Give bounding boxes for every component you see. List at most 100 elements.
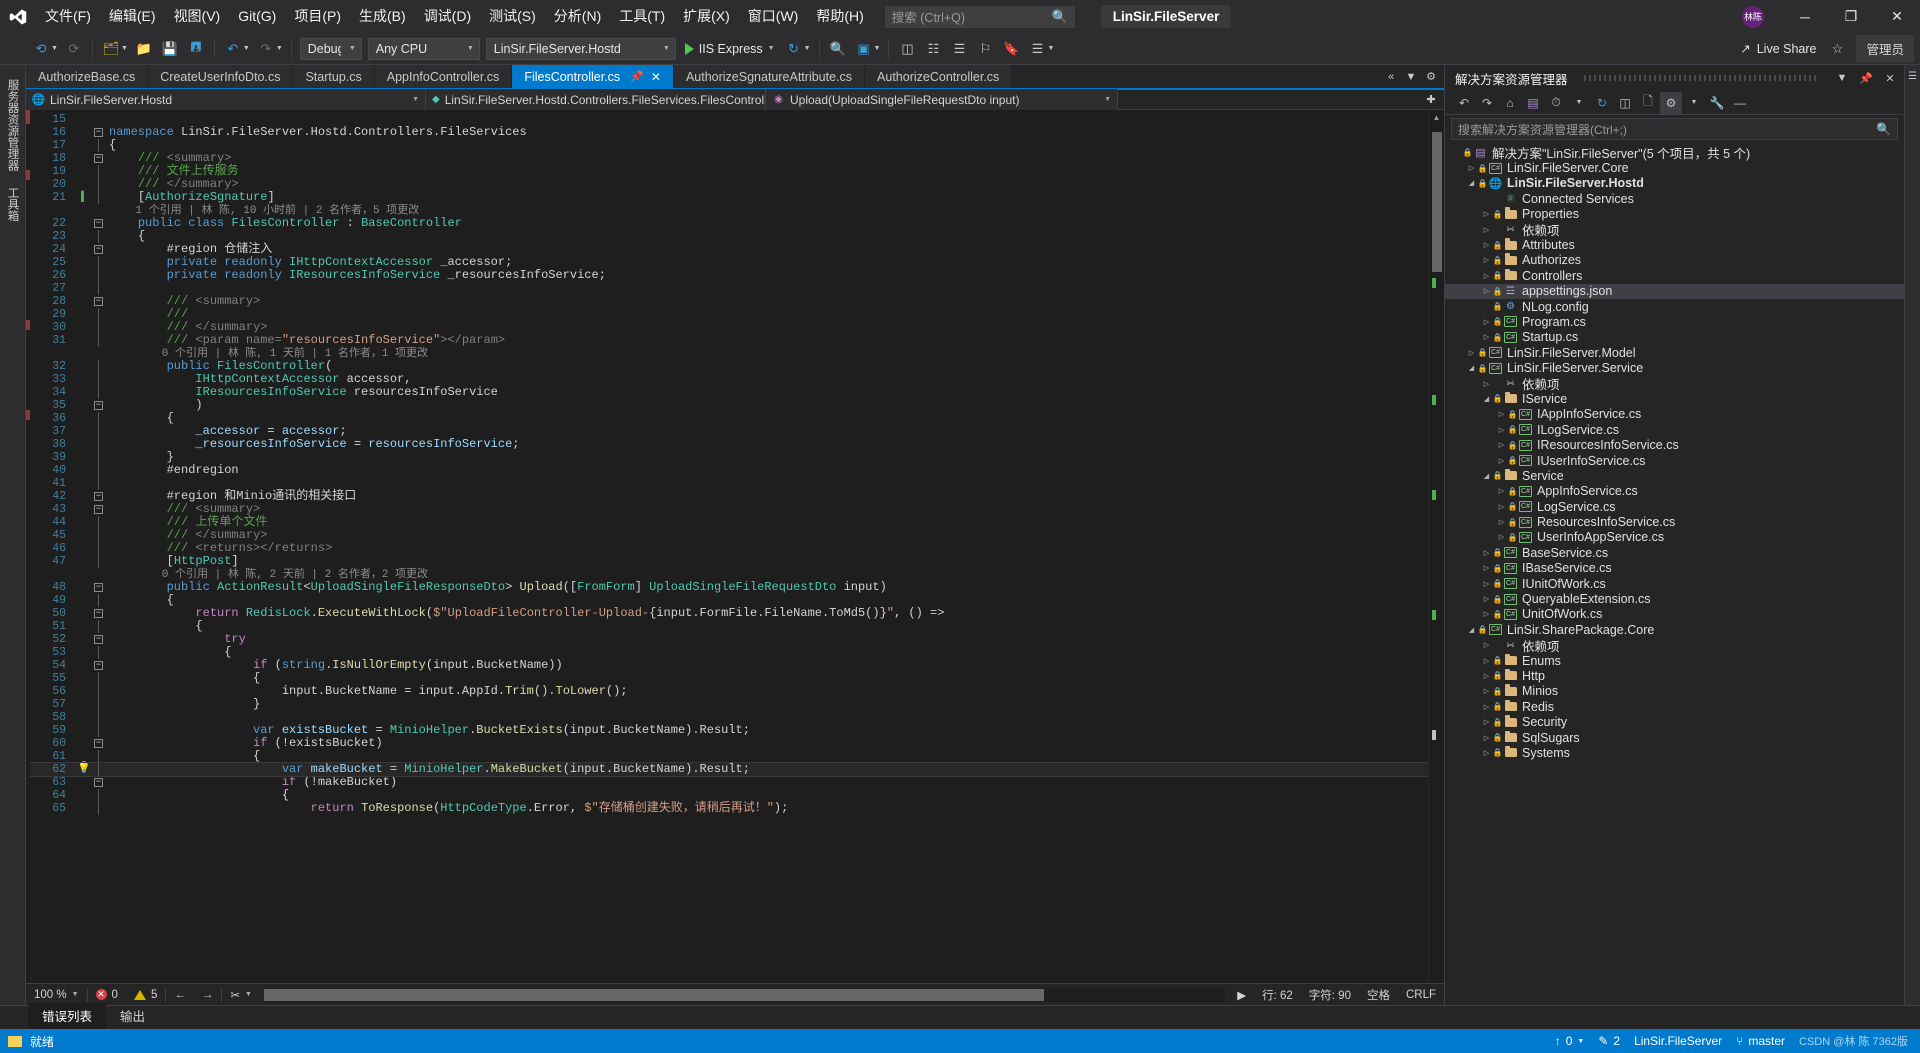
chevron-right-icon[interactable]: ▷	[1481, 703, 1492, 711]
menu-item-view[interactable]: 视图(V)	[165, 0, 230, 33]
undo-dropdown-icon[interactable]: ▼	[243, 45, 250, 52]
maximize-button[interactable]: ❐	[1828, 0, 1874, 33]
solution-explorer-search[interactable]: 搜索解决方案资源管理器(Ctrl+;) 🔍	[1451, 118, 1898, 140]
tab-authorizecontroller[interactable]: AuthorizeController.cs	[865, 65, 1013, 88]
panel-drag-handle[interactable]	[1583, 75, 1818, 81]
chevron-right-icon[interactable]: ▷	[1481, 272, 1492, 280]
server-explorer-tab[interactable]: 服务器资源管理器	[1, 71, 25, 179]
panel-dropdown-icon[interactable]: ▼	[1834, 69, 1850, 87]
tree-item[interactable]: ▷ ∺ 依赖项	[1445, 222, 1904, 238]
tree-item[interactable]: ▷ 🔒 C# IAppInfoService.cs	[1445, 407, 1904, 422]
breadcrumb-project[interactable]: 🌐 LinSir.FileServer.Hostd ▼	[26, 89, 426, 110]
close-button[interactable]: ✕	[1874, 0, 1920, 33]
redo-dropdown-icon[interactable]: ▼	[276, 45, 283, 52]
warning-count[interactable]: 5	[126, 989, 165, 1001]
panel-close-icon[interactable]: ✕	[1882, 69, 1898, 87]
tab-createuserinfodto[interactable]: CreateUserInfoDto.cs	[148, 65, 294, 88]
code-cleanup-button[interactable]: ✂ ▼	[222, 988, 260, 1002]
live-share-button[interactable]: ↗ Live Share	[1732, 41, 1824, 57]
error-count[interactable]: ✕ 0	[88, 989, 126, 1001]
chevron-down-icon[interactable]: ▼	[1683, 92, 1705, 114]
refresh-icon[interactable]: ↻	[1591, 92, 1613, 114]
toolbox-tab[interactable]: 工具箱	[1, 179, 25, 230]
tab-authorizesgnatureattribute[interactable]: AuthorizeSgnatureAttribute.cs	[673, 65, 866, 88]
breadcrumb-type[interactable]: ◆ LinSir.FileServer.Hostd.Controllers.Fi…	[426, 89, 766, 110]
tree-item[interactable]: 🔒 ⚙ NLog.config	[1445, 299, 1904, 314]
chevron-right-icon[interactable]: ▷	[1481, 333, 1492, 341]
chevron-right-icon[interactable]: ▷	[1496, 518, 1507, 526]
tree-item[interactable]: ▷ 🔒 C# LinSir.FileServer.Model	[1445, 345, 1904, 360]
chevron-right-icon[interactable]: ▷	[1481, 718, 1492, 726]
fold-collapse-icon[interactable]: −	[92, 505, 105, 514]
minimize-button[interactable]: ─	[1782, 0, 1828, 33]
menu-item-window[interactable]: 窗口(W)	[739, 0, 808, 33]
code-line[interactable]: 52− try	[30, 633, 1428, 647]
tree-item[interactable]: ▷ 🔒 Minios	[1445, 684, 1904, 699]
repository-name[interactable]: LinSir.FileServer	[1634, 1034, 1722, 1048]
solution-configuration-combo[interactable]: Debug ▼	[299, 37, 362, 60]
chevron-right-icon[interactable]: ▷	[1481, 580, 1492, 588]
chevron-right-icon[interactable]: ▷	[1496, 410, 1507, 418]
chevron-right-icon[interactable]: ▷	[1481, 210, 1492, 218]
code-line[interactable]: 46 /// <returns></returns>	[30, 542, 1428, 555]
tree-item[interactable]: ▷ 🔒 C# IBaseService.cs	[1445, 561, 1904, 576]
fold-collapse-icon[interactable]: −	[92, 219, 105, 228]
tree-item[interactable]: ▷ 🔒 C# UnitOfWork.cs	[1445, 607, 1904, 622]
fold-collapse-icon[interactable]: −	[92, 583, 105, 592]
tree-item[interactable]: ▷ 🔒 C# IUserInfoService.cs	[1445, 453, 1904, 468]
tree-item[interactable]: 🔒 ▤ 解决方案"LinSir.FileServer"(5 个项目，共 5 个)	[1445, 145, 1904, 161]
tree-item[interactable]: ▷ 🔒 Security	[1445, 714, 1904, 729]
chevron-right-icon[interactable]: ▷	[1466, 164, 1477, 172]
tab-startup[interactable]: Startup.cs	[293, 65, 375, 88]
forward-icon[interactable]: ↷	[1476, 92, 1498, 114]
tab-overflow-icon[interactable]: «	[1382, 65, 1400, 88]
properties-window-icon[interactable]: ☷	[921, 37, 945, 61]
line-ending-indicator[interactable]: CRLF	[1398, 989, 1444, 1001]
lightbulb-icon[interactable]: 💡	[76, 763, 92, 776]
menu-item-tools[interactable]: 工具(T)	[610, 0, 674, 33]
hot-reload-icon[interactable]: ↻	[782, 37, 806, 61]
code-line[interactable]: 21 ▌ [AuthorizeSgnature]	[30, 191, 1428, 204]
code-editor[interactable]: 15 16− namespace LinSir.FileServer.Hostd.C…	[26, 110, 1444, 983]
new-project-icon[interactable]: 🗂	[99, 37, 123, 61]
more-toolbars-dropdown-icon[interactable]: ▼	[1047, 45, 1054, 52]
fold-collapse-icon[interactable]: −	[92, 154, 105, 163]
tree-item[interactable]: ▷ 🔒 C# LogService.cs	[1445, 499, 1904, 514]
fold-collapse-icon[interactable]: −	[92, 609, 105, 618]
solution-platform-combo[interactable]: Any CPU ▼	[367, 37, 480, 60]
code-line[interactable]: 40 #endregion	[30, 464, 1428, 477]
menu-item-analyze[interactable]: 分析(N)	[545, 0, 610, 33]
code-line[interactable]: 65 return ToResponse(HttpCodeType.Error,…	[30, 802, 1428, 815]
menu-item-git[interactable]: Git(G)	[229, 0, 285, 33]
feedback-icon[interactable]: ☆	[1825, 37, 1849, 61]
tab-output[interactable]: 输出	[106, 1003, 159, 1029]
branch-name[interactable]: ⑂ master	[1736, 1034, 1785, 1048]
collapse-all-icon[interactable]: ◫	[1614, 92, 1636, 114]
tree-item[interactable]: ▷ 🔒 Enums	[1445, 653, 1904, 668]
chevron-right-icon[interactable]: ▷	[1481, 380, 1492, 388]
code-line[interactable]: 28− /// <summary>	[30, 295, 1428, 309]
tree-item[interactable]: ▷ ∺ 依赖项	[1445, 376, 1904, 392]
menu-item-extensions[interactable]: 扩展(X)	[674, 0, 739, 33]
chevron-right-icon[interactable]: ▷	[1481, 672, 1492, 680]
scrollbar-thumb[interactable]	[1432, 132, 1442, 272]
code-line[interactable]: 19 /// 文件上传服务	[30, 165, 1428, 178]
tree-item[interactable]: ◢ 🔒 Service	[1445, 468, 1904, 483]
chevron-down-icon[interactable]: ◢	[1466, 626, 1477, 634]
chevron-right-icon[interactable]: ▷	[1496, 426, 1507, 434]
code-line[interactable]: 47 [HttpPost]	[30, 555, 1428, 568]
source-control-changes[interactable]: ✎ 2	[1598, 1034, 1620, 1048]
fold-collapse-icon[interactable]: −	[92, 401, 105, 410]
hscroll-right-arrow[interactable]: ▶	[1229, 988, 1254, 1002]
chevron-right-icon[interactable]: ▷	[1481, 749, 1492, 757]
chevron-down-icon[interactable]: ◢	[1466, 179, 1477, 187]
chevron-right-icon[interactable]: ▷	[1481, 256, 1492, 264]
tree-item[interactable]: ▷ ∺ 依赖项	[1445, 638, 1904, 654]
tree-item[interactable]: ▷ 🔒 C# UserInfoAppService.cs	[1445, 530, 1904, 545]
next-issue-button[interactable]: →	[194, 989, 222, 1001]
fold-collapse-icon[interactable]: −	[92, 635, 105, 644]
toggle-solution-explorer-icon[interactable]: ◫	[895, 37, 919, 61]
properties-rail-tab[interactable]: ☰	[1907, 71, 1918, 82]
editor-horizontal-scrollbar[interactable]	[263, 987, 1226, 1002]
tree-item[interactable]: ▷ 🔒 Systems	[1445, 745, 1904, 760]
